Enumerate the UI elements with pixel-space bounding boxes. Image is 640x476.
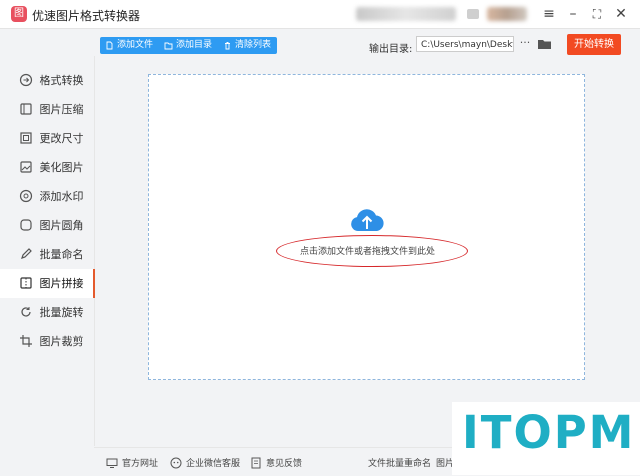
sidebar-item-label: 图片裁剪	[39, 335, 84, 348]
account-info-blurred[interactable]	[356, 7, 456, 21]
website-link[interactable]: 官方网址	[106, 456, 158, 469]
website-label: 官方网址	[122, 459, 159, 469]
sidebar-item-label: 图片圆角	[39, 219, 84, 232]
close-icon[interactable]: ✕	[611, 4, 631, 24]
sidebar-item-label: 添加水印	[39, 190, 84, 203]
start-convert-button[interactable]: 开始转换	[567, 34, 621, 55]
sidebar-item-beautify[interactable]: 美化图片	[0, 153, 94, 182]
file-toolbar: 添加文件 添加目录 清除列表	[100, 37, 278, 54]
user-avatar-blurred[interactable]	[487, 7, 527, 21]
add-folder-label: 添加目录	[176, 40, 213, 50]
watermark-text: ITOPM	[462, 406, 636, 459]
sidebar-item-label: 批量命名	[39, 248, 84, 261]
rotate-icon	[21, 307, 31, 317]
sidebar-item-resize[interactable]: 更改尺寸	[0, 124, 94, 153]
format-convert-icon	[19, 73, 33, 87]
resize-icon	[20, 132, 32, 144]
wechat-icon	[170, 457, 182, 468]
app-logo-icon: 图	[11, 6, 27, 22]
wechat-label: 企业微信客服	[186, 459, 241, 469]
batch-rename-link[interactable]: 文件批量重命名	[368, 456, 431, 469]
clear-list-label: 清除列表	[235, 40, 272, 50]
add-file-label: 添加文件	[117, 40, 154, 50]
sidebar-item-label: 图片压缩	[39, 103, 84, 116]
sidebar-item-label: 批量旋转	[39, 306, 84, 319]
wechat-support-link[interactable]: 企业微信客服	[170, 456, 240, 469]
app-title: 优速图片格式转换器	[32, 9, 141, 23]
feedback-icon	[251, 457, 261, 468]
sidebar-item-watermark[interactable]: 添加水印	[0, 182, 94, 211]
maximize-icon[interactable]: ⛶	[587, 4, 607, 24]
cloud-upload-icon[interactable]	[349, 207, 385, 233]
sidebar-item-crop[interactable]: 图片裁剪	[0, 327, 94, 356]
feedback-label: 意见反馈	[266, 459, 303, 469]
file-icon	[106, 41, 113, 50]
monitor-icon	[106, 458, 118, 468]
sidebar-item-label: 格式转换	[39, 74, 84, 87]
add-file-button[interactable]: 添加文件	[100, 37, 159, 54]
sidebar-item-round-corner[interactable]: 图片圆角	[0, 211, 94, 240]
file-drop-zone[interactable]: 点击添加文件或者拖拽文件到此处	[148, 74, 585, 380]
stitch-icon	[20, 277, 32, 289]
menu-icon[interactable]: ≡	[539, 4, 559, 24]
sidebar-item-rotate[interactable]: 批量旋转	[0, 298, 94, 327]
browse-more-button[interactable]: ···	[518, 36, 532, 52]
folder-icon	[164, 42, 173, 50]
open-folder-icon[interactable]	[537, 37, 552, 51]
rename-icon	[21, 248, 32, 259]
round-corner-icon	[20, 219, 32, 231]
sidebar-item-label: 图片拼接	[39, 277, 84, 290]
feedback-link[interactable]: 意见反馈	[250, 456, 302, 469]
title-bar: 图 优速图片格式转换器 ≡ – ⛶ ✕	[0, 0, 640, 29]
annotation-ellipse	[276, 235, 468, 267]
output-dir-label: 输出目录:	[369, 44, 413, 55]
crop-icon	[20, 335, 32, 347]
sidebar-item-stitch[interactable]: 图片拼接	[0, 269, 95, 298]
clear-list-button[interactable]: 清除列表	[218, 37, 277, 54]
minimize-icon[interactable]: –	[563, 4, 583, 24]
vip-icon[interactable]	[465, 6, 481, 22]
watermark-icon	[19, 189, 33, 203]
sidebar-item-format-convert[interactable]: 格式转换	[0, 66, 94, 95]
sidebar-item-image-compress[interactable]: 图片压缩	[0, 95, 94, 124]
output-dir-field[interactable]: C:\Users\mayn\Desktop	[416, 36, 514, 52]
sidebar-item-rename[interactable]: 批量命名	[0, 240, 94, 269]
add-folder-button[interactable]: 添加目录	[159, 37, 218, 54]
sidebar: 格式转换 图片压缩 更改尺寸 美化图片 添加水印 图片圆角 批量命名 图片拼接 …	[0, 56, 95, 446]
sidebar-item-label: 美化图片	[39, 161, 84, 174]
sidebar-item-label: 更改尺寸	[39, 132, 84, 145]
image-compress-icon	[20, 103, 32, 115]
trash-icon	[225, 42, 231, 50]
beautify-icon	[20, 161, 32, 173]
itopm-watermark: ITOPM	[452, 402, 640, 475]
